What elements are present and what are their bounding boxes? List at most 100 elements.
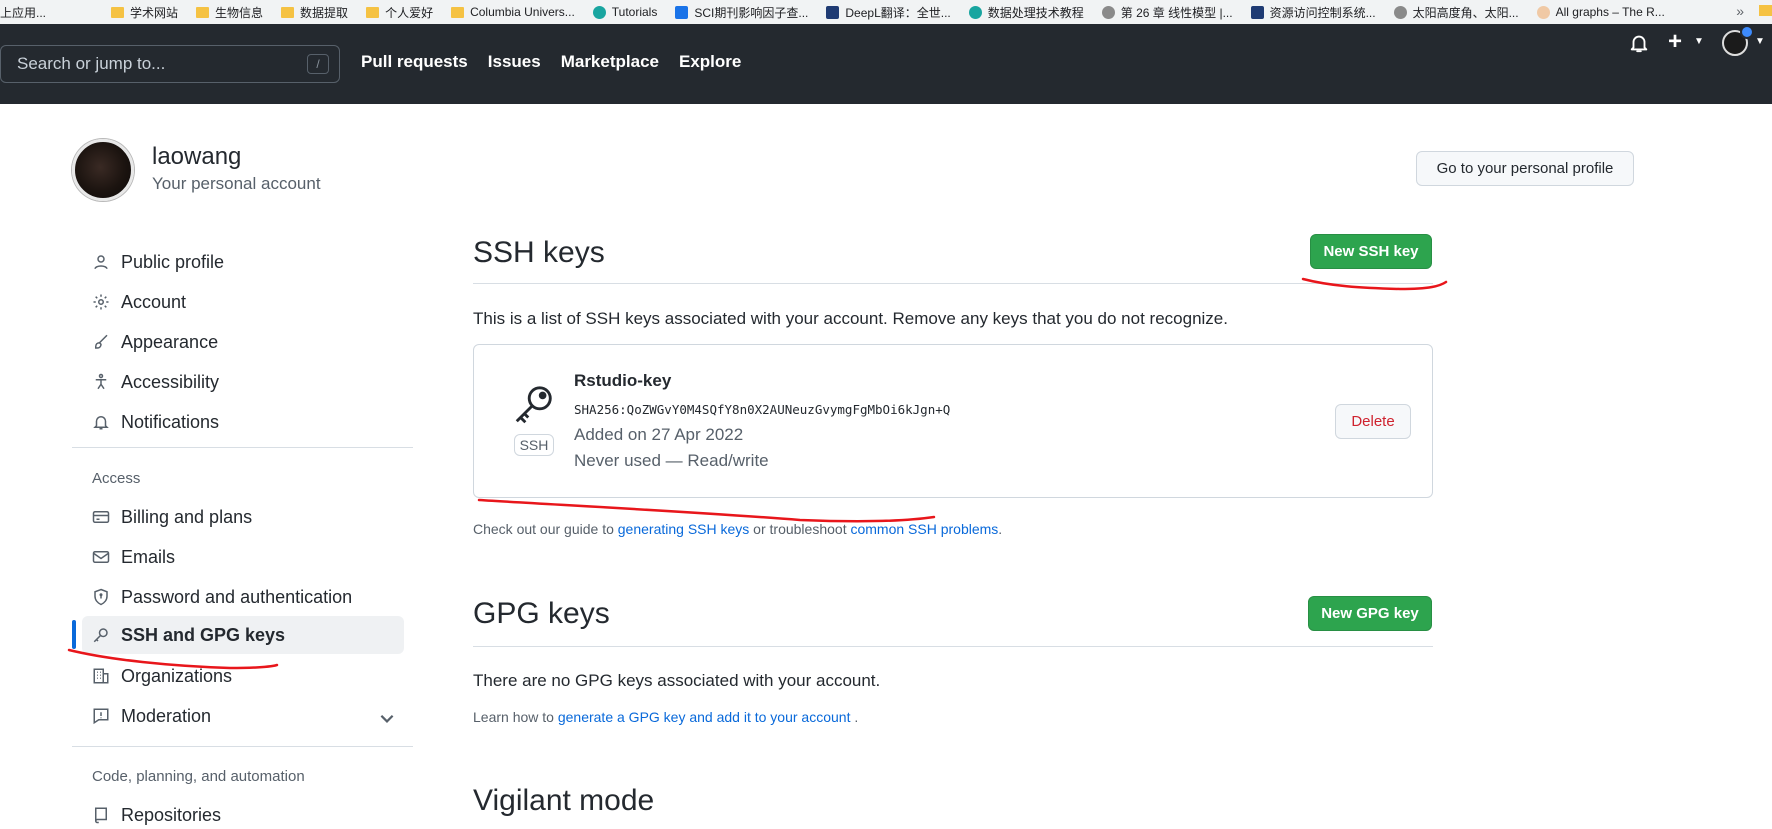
sidebar-item-public-profile[interactable]: Public profile — [82, 243, 404, 281]
sidebar-item-password[interactable]: Password and authentication — [82, 578, 404, 616]
bookmark-item[interactable]: 太阳高度角、太阳... — [1385, 0, 1528, 24]
sidebar-item-accessibility[interactable]: Accessibility — [82, 363, 404, 401]
sidebar-item-moderation[interactable]: Moderation — [82, 697, 404, 735]
sidebar-item-label: Repositories — [121, 804, 222, 825]
ssh-guide-text: Check out our guide to generating SSH ke… — [473, 521, 1002, 537]
gear-icon — [93, 294, 109, 310]
sidebar-item-label: Public profile — [121, 251, 225, 272]
shield-lock-icon — [94, 588, 108, 606]
site-icon — [1393, 5, 1407, 19]
gpg-empty-text: There are no GPG keys associated with yo… — [473, 671, 881, 690]
sidebar-divider — [72, 746, 413, 747]
create-new-button[interactable]: + — [1668, 28, 1682, 56]
sidebar-item-organizations[interactable]: Organizations — [82, 657, 404, 695]
sidebar-item-label: Moderation — [121, 705, 212, 726]
bookmark-label: 第 26 章 线性模型 |... — [1120, 5, 1233, 20]
bookmark-item[interactable]: Tutorials — [584, 0, 667, 24]
generating-ssh-keys-link[interactable]: generating SSH keys — [618, 521, 750, 537]
chevron-down-icon[interactable] — [378, 709, 396, 727]
nav-pull-requests[interactable]: Pull requests — [361, 52, 468, 72]
key-icon — [93, 628, 108, 643]
folder-icon — [366, 6, 380, 18]
search-input[interactable]: Search or jump to... / — [0, 45, 340, 83]
new-gpg-key-button[interactable]: New GPG key — [1308, 596, 1432, 631]
bell-icon[interactable] — [1628, 31, 1650, 55]
folder-icon — [451, 6, 465, 18]
nav-issues[interactable]: Issues — [488, 52, 541, 72]
go-to-profile-button[interactable]: Go to your personal profile — [1416, 151, 1634, 186]
bookmark-item[interactable]: 上应用... — [0, 0, 55, 24]
folder-icon — [196, 6, 210, 18]
key-added-date: Added on 27 Apr 2022 — [574, 425, 744, 444]
bookmark-item[interactable]: DeepL翻译：全世... — [817, 0, 959, 24]
site-icon — [968, 5, 982, 19]
bookmarks-bar: 上应用... 学术网站 生物信息 数据提取 个人爱好 Columbia Univ… — [0, 0, 1772, 24]
nav-marketplace[interactable]: Marketplace — [561, 52, 659, 72]
bookmark-item[interactable]: 个人爱好 — [357, 0, 442, 24]
bookmarks-overflow-button[interactable]: » — [1736, 3, 1744, 19]
search-shortcut-key: / — [307, 54, 329, 74]
folder-icon[interactable] — [1759, 5, 1772, 16]
bookmark-item[interactable]: All graphs – The R... — [1528, 0, 1674, 24]
gpg-learn-text: Learn how to generate a GPG key and add … — [473, 709, 858, 725]
bookmark-item[interactable]: 数据处理技术教程 — [960, 0, 1093, 24]
sidebar-divider — [72, 447, 413, 448]
sidebar-heading-code: Code, planning, and automation — [92, 768, 305, 785]
ssh-key-card: SSH Rstudio-key SHA256:QoZWGvY0M4SQfY8n0… — [473, 344, 1433, 498]
bookmark-label: All graphs – The R... — [1555, 5, 1665, 19]
sidebar-item-repositories[interactable]: Repositories — [82, 796, 404, 829]
sidebar-item-ssh-gpg-keys[interactable]: SSH and GPG keys — [82, 616, 404, 654]
annotation-underline — [477, 498, 936, 523]
chevron-down-icon: ▼ — [1694, 36, 1704, 47]
bookmark-item[interactable]: 学术网站 — [55, 0, 187, 24]
avatar — [72, 139, 134, 201]
account-username[interactable]: laowang — [152, 143, 241, 171]
key-title: Rstudio-key — [574, 371, 672, 390]
section-divider — [473, 283, 1433, 284]
new-ssh-key-button[interactable]: New SSH key — [1310, 234, 1432, 269]
active-indicator — [72, 620, 76, 649]
nav-explore[interactable]: Explore — [679, 52, 741, 72]
sidebar-item-label: Appearance — [121, 331, 219, 352]
sidebar-item-appearance[interactable]: Appearance — [82, 323, 404, 361]
sidebar-item-notifications[interactable]: Notifications — [82, 403, 404, 441]
bookmark-label: 学术网站 — [130, 5, 179, 20]
bookmark-item[interactable]: 第 26 章 线性模型 |... — [1093, 0, 1242, 24]
bookmark-label: 生物信息 — [215, 5, 264, 20]
header-nav: Pull requests Issues Marketplace Explore — [361, 52, 741, 72]
bell-icon — [93, 416, 109, 430]
folder-icon — [111, 6, 125, 18]
delete-key-button[interactable]: Delete — [1335, 404, 1411, 439]
site-icon — [1536, 5, 1550, 19]
sidebar-item-billing[interactable]: Billing and plans — [82, 498, 404, 536]
sidebar-item-label: SSH and GPG keys — [121, 624, 286, 645]
sidebar-item-account[interactable]: Account — [82, 283, 404, 321]
sidebar-item-label: Account — [121, 291, 187, 312]
learn-text: Learn how to — [473, 709, 558, 725]
bookmark-item[interactable]: 数据提取 — [272, 0, 357, 24]
bookmark-item[interactable]: 生物信息 — [187, 0, 272, 24]
bookmark-item[interactable]: 资源访问控制系统... — [1242, 0, 1385, 24]
guide-text: or troubleshoot — [749, 521, 851, 537]
sidebar-item-emails[interactable]: Emails — [82, 538, 404, 576]
bookmark-item[interactable]: SCI期刊影响因子查... — [666, 0, 817, 24]
key-icon — [515, 386, 552, 424]
bookmark-label: 上应用... — [0, 5, 47, 20]
key-usage: Never used — Read/write — [574, 451, 769, 470]
search-placeholder: Search or jump to... — [17, 54, 166, 73]
site-icon — [675, 5, 689, 19]
bookmark-label: SCI期刊影响因子查... — [694, 5, 809, 20]
mail-icon — [92, 551, 110, 563]
sidebar-item-label: Organizations — [121, 665, 233, 686]
bookmark-label: 个人爱好 — [385, 5, 434, 20]
gpg-keys-title: GPG keys — [473, 597, 610, 630]
bookmark-item[interactable]: Columbia Univers... — [442, 0, 584, 24]
sidebar-item-label: Accessibility — [121, 371, 220, 392]
vigilant-mode-title: Vigilant mode — [473, 784, 655, 817]
common-ssh-problems-link[interactable]: common SSH problems — [850, 521, 998, 537]
sidebar-heading-access: Access — [92, 470, 141, 487]
ssh-description: This is a list of SSH keys associated wi… — [473, 309, 1228, 328]
annotation-underline — [1301, 277, 1448, 291]
generate-gpg-key-link[interactable]: generate a GPG key and add it to your ac… — [558, 709, 851, 725]
guide-text: Check out our guide to — [473, 521, 618, 537]
